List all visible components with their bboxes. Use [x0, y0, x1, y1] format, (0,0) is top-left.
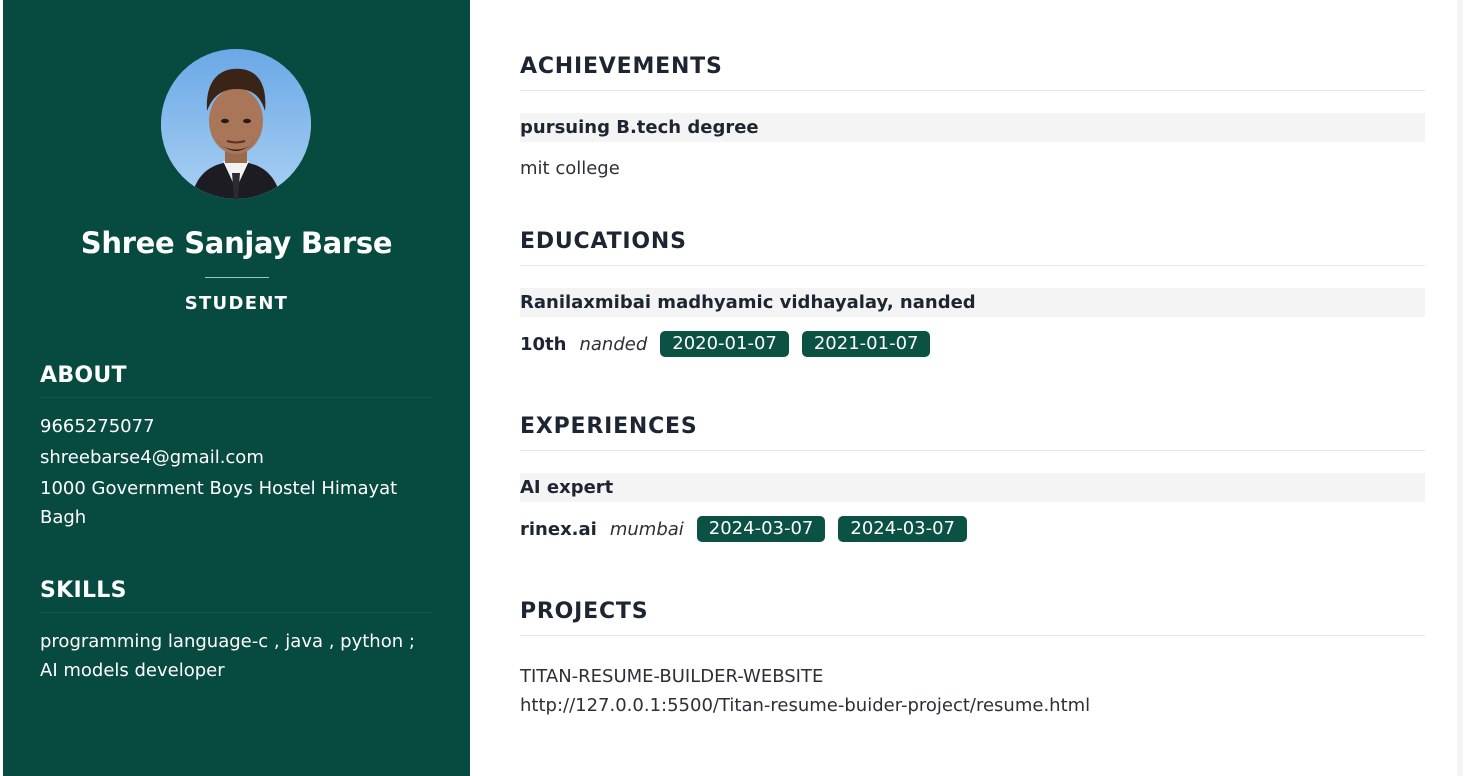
profile-photo-image — [161, 49, 311, 199]
skills-section: SKILLS programming language-c , java , p… — [40, 578, 433, 685]
resume-sidebar: Shree Sanjay Barse STUDENT ABOUT 9665275… — [3, 0, 470, 776]
experiences-heading: EXPERIENCES — [520, 414, 698, 439]
achievement-subtitle: mit college — [520, 158, 620, 179]
skills-divider — [40, 612, 433, 613]
experience-meta: rinex.ai mumbai 2024-03-07 2024-03-07 — [520, 516, 1425, 542]
education-level: 10th — [520, 333, 567, 355]
resume-page: Shree Sanjay Barse STUDENT ABOUT 9665275… — [0, 0, 1469, 776]
about-heading: ABOUT — [40, 363, 127, 388]
about-divider — [40, 397, 433, 398]
educations-heading: EDUCATIONS — [520, 229, 687, 254]
about-section: ABOUT 9665275077 shreebarse4@gmail.com 1… — [40, 363, 433, 534]
profile-name: Shree Sanjay Barse — [80, 226, 393, 260]
about-address: 1000 Government Boys Hostel Himayat Bagh — [40, 478, 398, 528]
education-start-date-badge: 2020-01-07 — [660, 331, 789, 357]
about-email: shreebarse4@gmail.com — [40, 447, 264, 468]
page-right-shadow — [1457, 0, 1463, 776]
achievements-section: ACHIEVEMENTS pursuing B.tech degree mit … — [520, 54, 1425, 183]
projects-section: PROJECTS TITAN-RESUME-BUILDER-WEBSITE ht… — [520, 599, 1425, 720]
projects-divider — [520, 635, 1425, 636]
project-name: TITAN-RESUME-BUILDER-WEBSITE — [520, 666, 824, 687]
experiences-divider — [520, 450, 1425, 451]
experience-location: mumbai — [609, 518, 684, 540]
experience-start-date-badge: 2024-03-07 — [696, 516, 826, 542]
educations-divider — [520, 265, 1425, 266]
achievements-heading: ACHIEVEMENTS — [520, 54, 723, 79]
education-end-date-badge: 2021-01-07 — [801, 331, 931, 357]
profile-photo — [161, 49, 311, 199]
education-title: Ranilaxmibai madhyamic vidhayalay, nande… — [520, 288, 1425, 317]
resume-main: ACHIEVEMENTS pursuing B.tech degree mit … — [470, 0, 1463, 776]
projects-heading: PROJECTS — [520, 599, 649, 624]
achievement-title: pursuing B.tech degree — [520, 113, 1425, 142]
experience-end-date-badge: 2024-03-07 — [838, 516, 967, 542]
experience-title: AI expert — [520, 473, 1425, 502]
about-details: 9665275077 shreebarse4@gmail.com 1000 Go… — [40, 412, 433, 532]
experiences-section: EXPERIENCES AI expert rinex.ai mumbai 20… — [520, 414, 1425, 542]
educations-section: EDUCATIONS Ranilaxmibai madhyamic vidhay… — [520, 229, 1425, 357]
education-location: nanded — [579, 333, 648, 355]
skills-details: programming language-c , java , python ;… — [40, 627, 433, 685]
education-meta: 10th nanded 2020-01-07 2021-01-07 — [520, 331, 1425, 357]
achievements-divider — [520, 90, 1425, 91]
project-entry: TITAN-RESUME-BUILDER-WEBSITE http://127.… — [520, 662, 1425, 720]
profile-role: STUDENT — [184, 293, 289, 314]
experience-company: rinex.ai — [520, 518, 597, 540]
project-link[interactable]: http://127.0.0.1:5500/Titan-resume-buide… — [520, 691, 1425, 720]
skills-heading: SKILLS — [40, 578, 127, 603]
name-divider — [205, 277, 269, 278]
about-phone: 9665275077 — [40, 416, 155, 437]
skills-text: programming language-c , java , python ;… — [40, 631, 415, 681]
